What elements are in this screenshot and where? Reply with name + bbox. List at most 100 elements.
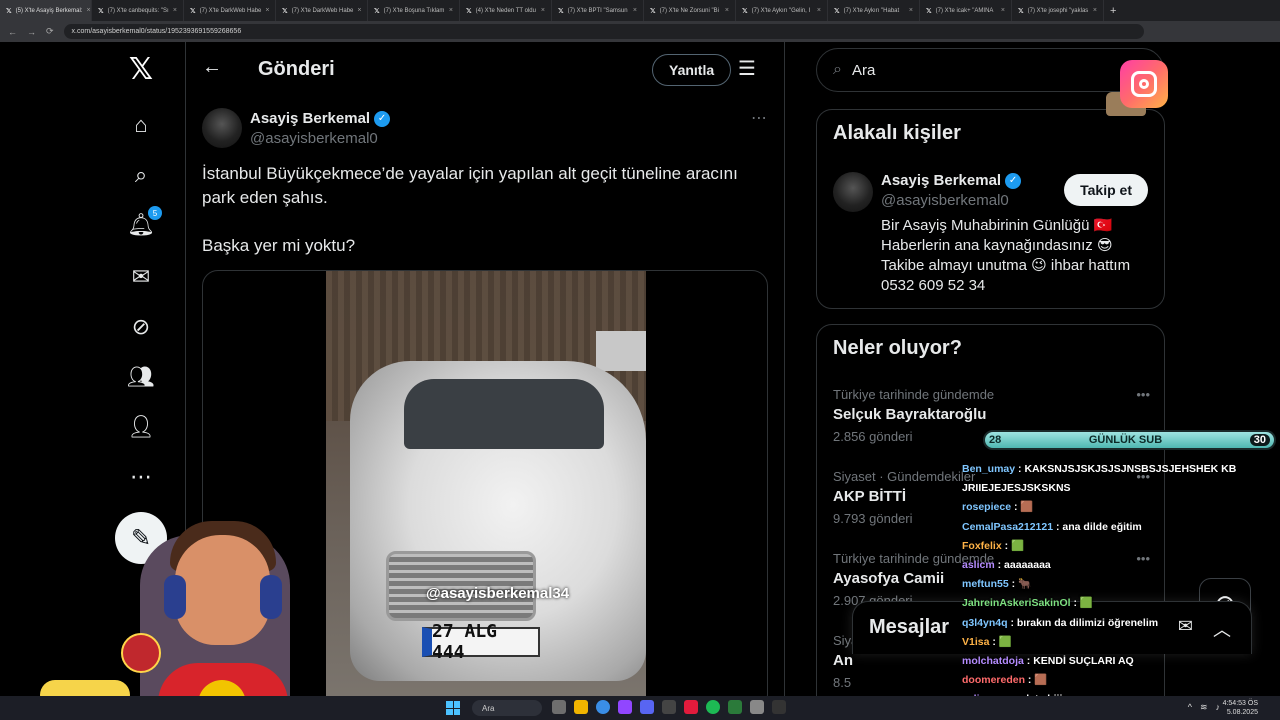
tab-label: (7) X'te Aykırı "Gelin, I [751, 7, 811, 14]
headset [260, 575, 282, 619]
avatar[interactable] [202, 108, 242, 148]
spotify-icon[interactable] [706, 700, 720, 714]
close-tab-icon[interactable]: × [357, 7, 361, 14]
browser-tab[interactable]: 𝕏 (7) X'te Ne Zorsuni "Bi × [644, 0, 736, 21]
grok-icon[interactable]: ⊘ [126, 312, 156, 342]
chat-message: Ben_umay : KAKSNJSJSKJSJSJNSBSJSJEHSHEK … [962, 460, 1280, 479]
forward-icon[interactable]: → [27, 27, 36, 37]
chat-message: V1isa : 🟩 [962, 633, 1280, 652]
folder-icon[interactable] [574, 700, 588, 714]
home-icon[interactable]: ⌂ [126, 110, 156, 140]
app-icon[interactable] [728, 700, 742, 714]
close-tab-icon[interactable]: × [1001, 7, 1005, 14]
close-tab-icon[interactable]: × [909, 7, 913, 14]
browser-tab[interactable]: 𝕏 (7) X'te DarkWeb Habe × [276, 0, 368, 21]
divider [784, 42, 785, 696]
chevron-up-icon[interactable]: ^ [1188, 702, 1192, 713]
tunnel-exit [596, 331, 646, 371]
volume-icon[interactable]: ♪ [1216, 702, 1221, 713]
close-tab-icon[interactable]: × [725, 7, 729, 14]
taskbar-clock[interactable]: 4:54:53 ÖS 5.08.2025 [1223, 699, 1258, 717]
mail-icon[interactable]: ✉ [126, 262, 156, 292]
more-options-icon[interactable]: ⋯ [751, 108, 768, 128]
back-arrow-icon[interactable]: ← [202, 56, 222, 79]
related-handle[interactable]: @asayisberkemal0 [881, 192, 1009, 209]
chat-separator: : [1070, 597, 1080, 610]
sub-end: 30 [1249, 434, 1270, 446]
tab-label: (7) X'te Boşuna Tıklam [383, 7, 445, 14]
browser-tab[interactable]: 𝕏 (7) X'te Aykırı "Habat × [828, 0, 920, 21]
notifications-icon[interactable]: 🔔︎ 5 [126, 206, 162, 240]
app-icon[interactable] [684, 700, 698, 714]
x-favicon-icon: 𝕏 [650, 7, 656, 15]
close-tab-icon[interactable]: × [86, 7, 90, 14]
taskbar-search[interactable]: Ara [472, 700, 542, 716]
tab-label: (4) X'te Neden TT oldu [475, 7, 536, 14]
browser-tab[interactable]: 𝕏 (7) X'te Aykırı "Gelin, I × [736, 0, 828, 21]
close-tab-icon[interactable]: × [1093, 7, 1097, 14]
browser-tab[interactable]: 𝕏 (7) X'te BPTI "Samsun × [552, 0, 644, 21]
browser-tab[interactable]: 𝕏 (4) X'te Neden TT oldu × [460, 0, 552, 21]
search-icon[interactable]: ⌕ [126, 160, 156, 190]
more-icon[interactable]: ⋯ [126, 462, 156, 492]
back-icon[interactable]: ← [8, 27, 17, 37]
follow-button[interactable]: Takip et [1064, 174, 1148, 206]
close-tab-icon[interactable]: × [265, 7, 269, 14]
browser-tab[interactable]: 𝕏 (7) X'te DarkWeb Habe × [184, 0, 276, 21]
app-icon[interactable] [750, 700, 764, 714]
browser-tab[interactable]: 𝕏 (7) X'te canbequits: "Sı × [92, 0, 184, 21]
headset [164, 575, 186, 619]
communities-icon[interactable]: 👥︎ [126, 362, 156, 392]
browser-tab[interactable]: 𝕏 (7) X'te josephi "yaklas × [1012, 0, 1104, 21]
discord-icon[interactable] [640, 700, 654, 714]
chat-separator: : [1023, 655, 1034, 668]
more-options-icon[interactable]: ••• [1136, 387, 1150, 402]
app-icon[interactable] [772, 700, 786, 714]
chat-username: molchatdoja [962, 655, 1024, 668]
video-player[interactable]: @asayisberkemal34 27 ALG 444 [326, 271, 646, 696]
chat-username: meftun55 [962, 578, 1009, 591]
app-icon[interactable] [552, 700, 566, 714]
close-tab-icon[interactable]: × [173, 7, 177, 14]
x-favicon-icon: 𝕏 [834, 7, 840, 15]
browser-tab-strip: 𝕏 (5) X'te Asayiş Berkemal: × 𝕏 (7) X'te can… [0, 0, 1280, 21]
reply-button[interactable]: Yanıtla [652, 54, 732, 86]
notifications-badge: 5 [148, 206, 162, 220]
chat-text: bırakın da dilimizi öğrenelim [1016, 616, 1159, 629]
x-logo-icon[interactable]: 𝕏 [126, 53, 156, 86]
tune-icon[interactable]: ☰ [738, 56, 756, 81]
browser-tab[interactable]: 𝕏 (7) X'te icak+ "AMINA × [920, 0, 1012, 21]
app-icon[interactable] [618, 700, 632, 714]
chat-separator: : [1025, 674, 1035, 687]
author-handle[interactable]: @asayisberkemal0 [250, 130, 378, 147]
windows-start-icon[interactable] [446, 701, 460, 715]
tab-label: (7) X'te DarkWeb Habe [199, 7, 262, 14]
close-tab-icon[interactable]: × [541, 7, 545, 14]
reload-icon[interactable]: ⟳ [46, 26, 54, 37]
wifi-icon[interactable]: ≋ [1200, 702, 1208, 713]
avatar[interactable] [833, 172, 873, 212]
clock-time: 4:54:53 ÖS [1222, 700, 1258, 707]
profile-icon[interactable]: 👤︎ [126, 412, 156, 442]
tab-label: (7) X'te BPTI "Samsun [567, 7, 628, 14]
chat-text: 🟫 [1020, 501, 1034, 514]
author-name[interactable]: Asayiş Berkemal ✓ [250, 110, 391, 127]
close-tab-icon[interactable]: × [449, 7, 453, 14]
chat-message: q3l4yn4q : bırakın da dilimizi öğrenelim [962, 614, 1280, 633]
browser-tab[interactable]: 𝕏 (7) X'te Boşuna Tıklam × [368, 0, 460, 21]
app-icon[interactable] [662, 700, 676, 714]
browser-tab[interactable]: 𝕏 (5) X'te Asayiş Berkemal: × [0, 0, 92, 21]
chrome-icon[interactable] [596, 700, 610, 714]
close-tab-icon[interactable]: × [633, 7, 637, 14]
related-name[interactable]: Asayiş Berkemal ✓ [881, 172, 1022, 189]
new-tab-icon[interactable]: + [1104, 5, 1122, 17]
chat-text: KENDİ SUÇLARI AQ [1033, 655, 1134, 668]
chat-text: 🟩 [1079, 597, 1093, 610]
chat-username: rosepiece [962, 501, 1012, 514]
chat-message: doomereden : 🟫 [962, 671, 1280, 690]
chat-username: CemalPasa212121 [962, 520, 1054, 533]
trend-context: Türkiye tarihinde gündemde [833, 387, 995, 402]
close-tab-icon[interactable]: × [817, 7, 821, 14]
address-bar[interactable]: x.com/asayisberkemal0/status/19523936915… [63, 24, 1144, 39]
sub-label: GÜNLÜK SUB [1088, 434, 1163, 446]
